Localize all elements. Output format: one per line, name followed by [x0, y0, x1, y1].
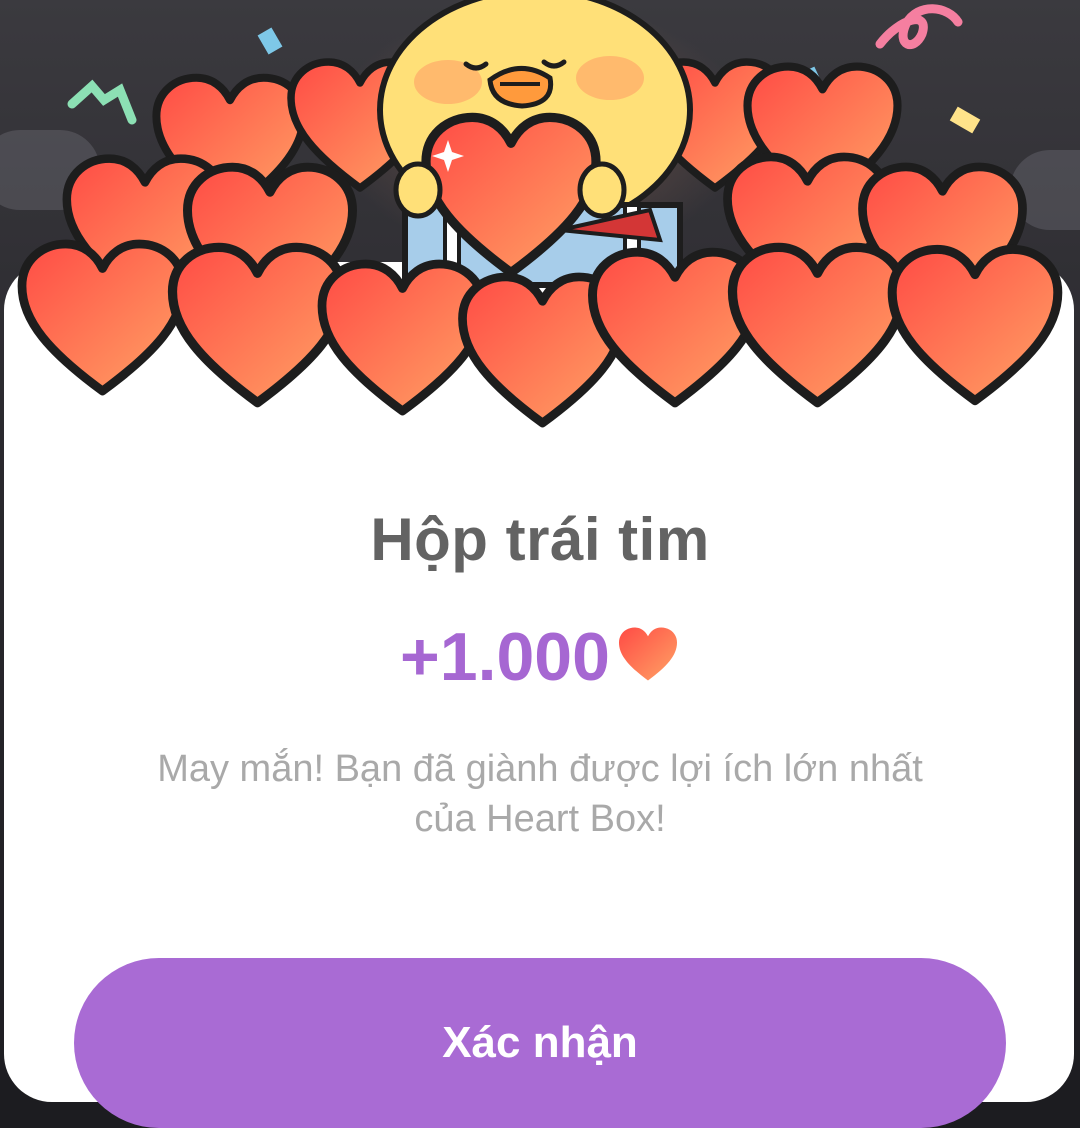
heart-icon: [618, 627, 677, 681]
reward-row: +1.000: [0, 618, 1080, 696]
reward-amount: +1.000: [400, 619, 610, 695]
heart-box-illustration: [0, 0, 1080, 440]
confirm-button-label: Xác nhận: [442, 1018, 638, 1067]
dialog-title: Hộp trái tim: [370, 506, 710, 573]
reward-message: May mắn! Bạn đã giành được lợi ích lớn n…: [157, 748, 923, 840]
confirm-button[interactable]: Xác nhận: [74, 958, 1006, 1128]
